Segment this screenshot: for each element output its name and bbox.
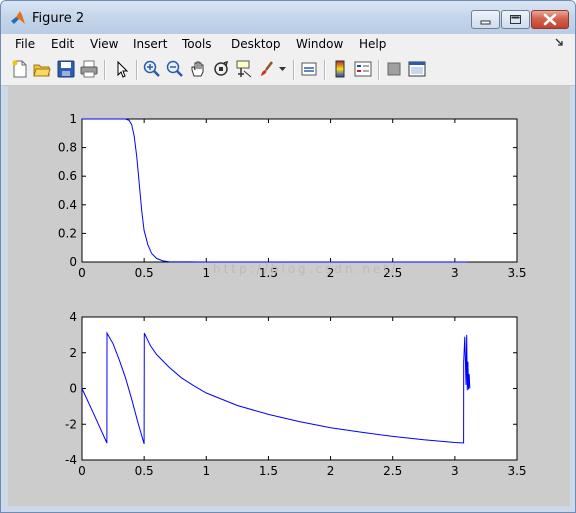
toolbar-separator <box>324 60 326 80</box>
minimize-button[interactable] <box>471 10 500 29</box>
close-button[interactable] <box>531 10 569 29</box>
y-tick-label: 0.6 <box>58 169 77 183</box>
menu-window[interactable]: Window <box>296 37 343 51</box>
open-file-icon[interactable] <box>33 60 51 78</box>
brush-icon[interactable] <box>258 60 276 78</box>
title-bar[interactable]: Figure 2 <box>1 1 575 34</box>
zoom-out-icon[interactable] <box>166 60 184 78</box>
maximize-button[interactable] <box>501 10 530 29</box>
figure-canvas: 0 0.5 1 1.5 2 2.5 3 3.5 0 0.2 0.4 0.6 0.8 1 0 0.5 1 1.5 2… <box>8 86 570 506</box>
pan-hand-icon[interactable] <box>189 60 207 78</box>
close-icon <box>543 13 557 26</box>
minimize-icon <box>480 20 491 25</box>
figure-plots[interactable]: 0 0.5 1 1.5 2 2.5 3 3.5 0 0.2 0.4 0.6 0.8 1 0 0.5 1 1.5 2… <box>8 86 570 506</box>
dock-arrow-icon[interactable] <box>555 38 565 48</box>
x-tick-label: 0 <box>78 464 86 478</box>
x-tick-label: 1.5 <box>259 464 278 478</box>
zoom-in-icon[interactable] <box>143 60 161 78</box>
y-tick-label: 4 <box>69 310 77 324</box>
menu-edit[interactable]: Edit <box>51 37 74 51</box>
print-icon[interactable] <box>80 60 98 78</box>
menu-insert[interactable]: Insert <box>133 37 167 51</box>
figure-window: Figure 2 File Edit View Insert Tools Des… <box>0 0 576 513</box>
axes-top[interactable]: 0 0.5 1 1.5 2 2.5 3 3.500.20.40.60.81 <box>58 112 527 280</box>
x-tick-label: 0.5 <box>135 266 154 280</box>
x-tick-label: 1 <box>202 464 210 478</box>
y-tick-label: 0.2 <box>58 226 77 240</box>
toolbar-separator <box>293 60 295 80</box>
x-tick-label: 3.5 <box>507 464 526 478</box>
save-icon[interactable] <box>57 60 75 78</box>
menu-desktop[interactable]: Desktop <box>231 37 281 51</box>
x-tick-label: 0.5 <box>135 464 154 478</box>
menu-tools[interactable]: Tools <box>182 37 212 51</box>
menu-bar: File Edit View Insert Tools Desktop Wind… <box>1 34 575 55</box>
dropdown-arrow-icon[interactable] <box>279 67 286 72</box>
y-tick-label: -2 <box>65 417 77 431</box>
y-tick-label: 1 <box>69 112 77 126</box>
x-tick-label: 0 <box>78 266 86 280</box>
x-tick-label: 2.5 <box>383 464 402 478</box>
x-tick-label: 1 <box>202 266 210 280</box>
colorbar-icon[interactable] <box>331 60 349 78</box>
x-tick-label: 3 <box>451 266 459 280</box>
x-tick-label: 3 <box>451 464 459 478</box>
show-plot-tools-icon[interactable] <box>408 60 426 78</box>
toolbar-separator <box>104 60 106 80</box>
y-tick-label: 0.4 <box>58 198 77 212</box>
figure-toolbar <box>1 55 575 86</box>
menu-help[interactable]: Help <box>359 37 386 51</box>
new-figure-icon[interactable] <box>11 60 29 78</box>
maximize-icon <box>510 15 521 24</box>
rotate-3d-icon[interactable] <box>212 60 230 78</box>
menu-view[interactable]: View <box>90 37 118 51</box>
legend-icon[interactable] <box>354 60 372 78</box>
y-tick-label: 2 <box>69 346 77 360</box>
link-plot-icon[interactable] <box>300 60 318 78</box>
y-tick-label: 0 <box>69 382 77 396</box>
x-tick-label: 2 <box>327 464 335 478</box>
axes-bottom[interactable]: 0 0.5 1 1.5 2 2.5 3 3.5 -4 -2 0 2 4 <box>65 310 527 478</box>
data-cursor-icon[interactable] <box>235 60 253 78</box>
window-title: Figure 2 <box>32 11 85 26</box>
hide-plot-tools-icon[interactable] <box>385 60 403 78</box>
x-tick-label: 3.5 <box>507 266 526 280</box>
edit-plot-arrow-icon[interactable] <box>113 60 131 78</box>
y-tick-label: 0.8 <box>58 141 77 155</box>
toolbar-separator <box>136 60 138 80</box>
watermark-text: http://blog.csdn.net/ <box>213 262 398 276</box>
y-tick-label: 0 <box>69 255 77 269</box>
y-tick-label: -4 <box>65 453 77 467</box>
menu-file[interactable]: File <box>15 37 35 51</box>
matlab-logo-icon <box>11 11 25 24</box>
toolbar-separator <box>378 60 380 80</box>
